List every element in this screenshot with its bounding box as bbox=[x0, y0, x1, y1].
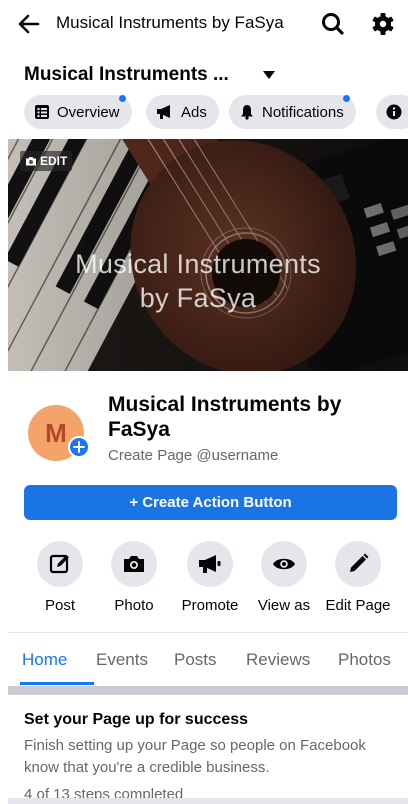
tab-posts[interactable]: Posts bbox=[174, 650, 217, 670]
post-button-label: Post bbox=[44, 597, 75, 614]
cover-photo[interactable]: EDIT Musical Instruments by FaSya bbox=[8, 139, 408, 371]
top-bar-title: Musical Instruments by FaSya bbox=[56, 13, 284, 32]
arrow-left-icon[interactable] bbox=[14, 9, 44, 39]
tab-home[interactable]: Home bbox=[22, 650, 67, 670]
active-tab-indicator bbox=[20, 682, 94, 685]
chip-notifications[interactable]: Notifications bbox=[229, 95, 356, 129]
edit-page-button-circle bbox=[335, 541, 381, 587]
edit-cover-button[interactable]: EDIT bbox=[20, 151, 73, 171]
page-tabs: Home Events Posts Reviews Photos bbox=[8, 633, 408, 685]
megaphone-icon bbox=[199, 555, 221, 573]
view-as-button[interactable]: View as bbox=[246, 541, 322, 614]
avatar-letter: M bbox=[45, 417, 67, 448]
tab-reviews[interactable]: Reviews bbox=[246, 650, 310, 670]
cover-text-line: by FaSya bbox=[139, 283, 257, 313]
tab-photos[interactable]: Photos bbox=[338, 650, 391, 670]
gear-icon[interactable] bbox=[368, 9, 398, 39]
photo-button-label: Photo bbox=[114, 597, 154, 614]
setup-progress-bar bbox=[8, 798, 408, 804]
notification-dot bbox=[118, 95, 126, 102]
megaphone-icon bbox=[157, 105, 170, 119]
create-username-link[interactable]: Create Page @username bbox=[108, 447, 278, 464]
create-action-button[interactable]: + Create Action Button bbox=[24, 485, 397, 520]
section-separator bbox=[8, 686, 408, 695]
bell-icon bbox=[241, 105, 253, 120]
plus-icon bbox=[73, 441, 85, 453]
pencil-icon bbox=[350, 553, 369, 572]
info-icon bbox=[386, 104, 402, 120]
chip-info[interactable] bbox=[376, 95, 408, 129]
cover-text-line: Musical Instruments bbox=[75, 249, 321, 279]
chip-label: Notifications bbox=[262, 103, 344, 121]
page-chips-row: Overview Ads Notifications bbox=[0, 94, 408, 132]
chip-label: Ads bbox=[181, 103, 207, 121]
post-button-circle bbox=[37, 541, 83, 587]
compose-icon bbox=[49, 554, 69, 574]
notification-dot bbox=[342, 95, 350, 102]
page-title: Musical Instruments by FaSya bbox=[108, 393, 342, 441]
edit-label: EDIT bbox=[40, 154, 68, 168]
setup-title: Set your Page up for success bbox=[24, 711, 249, 728]
chip-ads[interactable]: Ads bbox=[146, 95, 219, 129]
edit-page-button-label: Edit Page bbox=[325, 597, 391, 614]
add-photo-badge[interactable] bbox=[68, 436, 90, 458]
page-name-switcher[interactable]: Musical Instruments ... bbox=[24, 64, 229, 86]
edit-page-button[interactable]: Edit Page bbox=[320, 541, 396, 614]
setup-description: Finish setting up your Page so people on… bbox=[24, 737, 366, 776]
view-as-button-circle bbox=[261, 541, 307, 587]
camera-icon bbox=[26, 157, 36, 166]
post-button[interactable]: Post bbox=[22, 541, 98, 614]
eye-icon bbox=[273, 558, 295, 570]
promote-button-label: Promote bbox=[181, 597, 239, 614]
caret-down-icon[interactable] bbox=[262, 70, 276, 80]
view-as-button-label: View as bbox=[257, 597, 311, 614]
cover-title-text: Musical Instruments by FaSya bbox=[8, 247, 388, 315]
tab-events[interactable]: Events bbox=[96, 650, 148, 670]
chip-label: Overview bbox=[57, 103, 120, 121]
list-icon bbox=[35, 105, 49, 119]
photo-button[interactable]: Photo bbox=[96, 541, 172, 614]
top-app-bar: Musical Instruments by FaSya bbox=[0, 0, 408, 48]
chip-overview[interactable]: Overview bbox=[24, 95, 132, 129]
promote-button[interactable]: Promote bbox=[172, 541, 248, 614]
promote-button-circle bbox=[187, 541, 233, 587]
camera-icon bbox=[124, 556, 144, 572]
search-icon[interactable] bbox=[318, 9, 348, 39]
photo-button-circle bbox=[111, 541, 157, 587]
